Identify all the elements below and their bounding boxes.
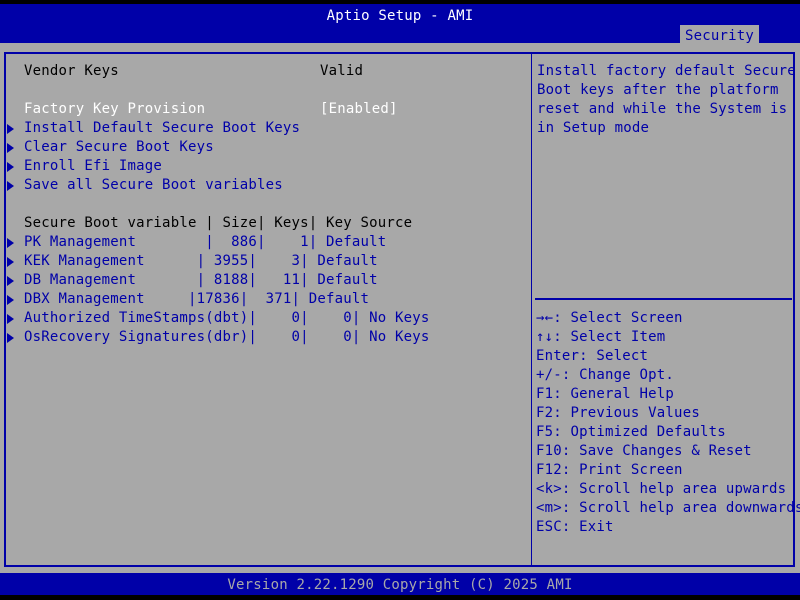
key-legend-line: F12: Print Screen [536, 462, 683, 478]
help-divider [535, 298, 792, 300]
triangle-right-icon [7, 124, 14, 134]
triangle-right-icon [7, 333, 14, 343]
vendor-keys-label: Vendor Keys [24, 63, 119, 79]
submenu-label: Save all Secure Boot variables [24, 177, 283, 193]
triangle-right-icon [7, 314, 14, 324]
key-legend-line: <k>: Scroll help area upwards [536, 481, 787, 497]
triangle-right-icon [7, 238, 14, 248]
table-row-text: Authorized TimeStamps(dbt)| 0| 0| No Key… [24, 310, 430, 326]
table-header: Secure Boot variable | Size| Keys| Key S… [24, 215, 413, 231]
factory-key-provision-value[interactable]: [Enabled] [320, 100, 398, 119]
triangle-right-icon [7, 143, 14, 153]
vendor-keys-value: Valid [320, 63, 364, 79]
triangle-right-icon [7, 295, 14, 305]
help-description-line: Install factory default Secure [537, 63, 796, 79]
table-row-text: DBX Management |17836| 371| Default [24, 291, 370, 307]
triangle-right-icon [7, 276, 14, 286]
key-legend-line: →←: Select Screen [536, 310, 683, 326]
submenu-label: Enroll Efi Image [24, 158, 163, 174]
triangle-right-icon [7, 181, 14, 191]
key-legend-line: F10: Save Changes & Reset [536, 443, 752, 459]
factory-key-provision-label[interactable]: Factory Key Provision [24, 100, 205, 119]
key-legend-line: F2: Previous Values [536, 405, 700, 421]
help-description-line: Boot keys after the platform [537, 82, 779, 98]
key-legend-line: ↑↓: Select Item [536, 329, 666, 345]
key-legend-line: <m>: Scroll help area downwards [536, 500, 800, 516]
title-bar: Aptio Setup - AMI Security [0, 4, 800, 46]
key-legend-line: ESC: Exit [536, 519, 614, 535]
key-legend-line: +/-: Change Opt. [536, 367, 675, 383]
key-legend-line: F5: Optimized Defaults [536, 424, 726, 440]
app-title: Aptio Setup - AMI [326, 8, 474, 24]
triangle-right-icon [7, 257, 14, 267]
submenu-label: Clear Secure Boot Keys [24, 139, 214, 155]
key-legend-line: F1: General Help [536, 386, 675, 402]
key-legend-line: Enter: Select [536, 348, 649, 364]
version-footer: Version 2.22.1290 Copyright (C) 2025 AMI [0, 573, 800, 595]
triangle-right-icon [7, 162, 14, 172]
submenu-label: Install Default Secure Boot Keys [24, 120, 301, 136]
help-description-line: in Setup mode [537, 120, 650, 136]
table-row-text: DB Management | 8188| 11| Default [24, 272, 378, 288]
table-row-text: KEK Management | 3955| 3| Default [24, 253, 378, 269]
table-row-text: PK Management | 886| 1| Default [24, 234, 387, 250]
table-row-text: OsRecovery Signatures(dbr)| 0| 0| No Key… [24, 329, 430, 345]
help-description-line: reset and while the System is [537, 101, 788, 117]
